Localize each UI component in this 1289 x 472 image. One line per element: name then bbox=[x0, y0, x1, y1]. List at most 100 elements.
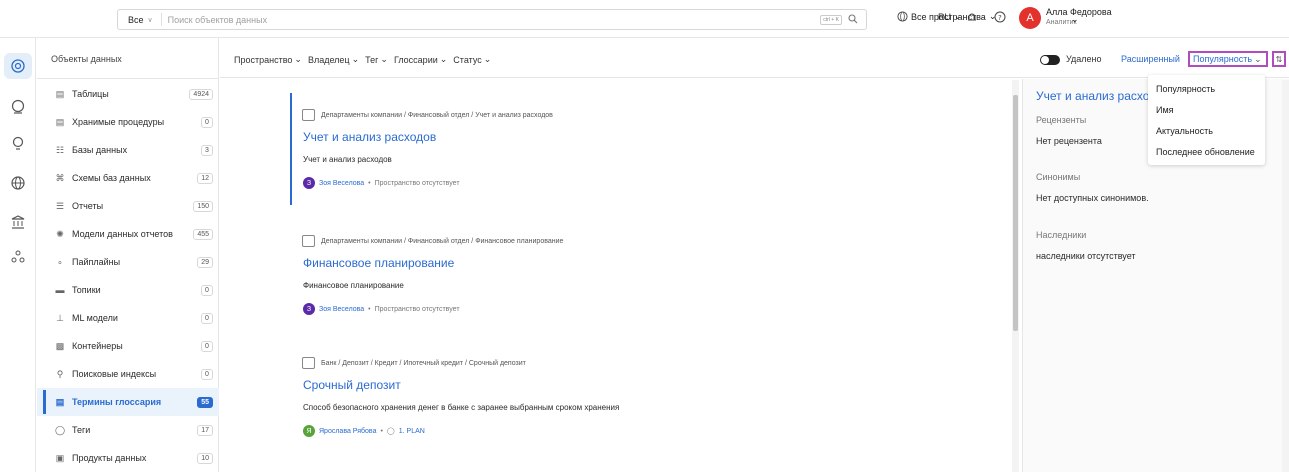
sort-option-popularity[interactable]: Популярность bbox=[1148, 78, 1265, 99]
global-search[interactable]: Все ∨ Поиск объектов данных ctrl + K bbox=[117, 9, 867, 30]
advanced-search-link[interactable]: Расширенный bbox=[1121, 54, 1180, 64]
result-title[interactable]: Учет и анализ расходов bbox=[303, 130, 436, 144]
pipeline-icon: ∘ bbox=[57, 256, 63, 267]
owner-avatar: З bbox=[303, 177, 315, 189]
filter-tag[interactable]: Тег ⌄ bbox=[365, 54, 388, 65]
synonyms-value: Нет доступных синонимов. bbox=[1036, 193, 1149, 203]
sidebar-item-count: 4924 bbox=[189, 88, 213, 100]
sidebar-item-label: Хранимые процедуры bbox=[72, 117, 165, 127]
sidebar-item-databases[interactable]: ☷ Базы данных 3 bbox=[37, 136, 219, 164]
sidebar-item-glossary-terms[interactable]: ▤ Термины глоссария 55 bbox=[37, 388, 219, 416]
help-icon[interactable]: ? bbox=[994, 11, 1006, 23]
chevron-down-icon: ⌄ bbox=[1254, 53, 1262, 64]
glossary-term-icon bbox=[302, 109, 315, 121]
meta-separator: • bbox=[380, 427, 383, 435]
result-breadcrumb: Департаменты компании / Финансовый отдел… bbox=[302, 109, 553, 121]
sidebar-item-count: 0 bbox=[201, 116, 213, 128]
chevron-down-icon: ⌄ bbox=[351, 54, 360, 64]
table-icon: ▤ bbox=[55, 88, 65, 99]
sidebar-item-count: 17 bbox=[197, 424, 213, 436]
search-icon[interactable] bbox=[848, 13, 858, 26]
sidebar-item-label: Поисковые индексы bbox=[72, 369, 157, 379]
observability-icon[interactable] bbox=[8, 97, 28, 117]
sidebar-item-stored-procedures[interactable]: ▤ Хранимые процедуры 0 bbox=[37, 108, 219, 136]
result-description: Финансовое планирование bbox=[303, 281, 404, 290]
data-product-icon: ▣ bbox=[55, 452, 65, 463]
sidebar-item-label: ML модели bbox=[72, 313, 118, 323]
detail-scrollbar[interactable] bbox=[1282, 80, 1289, 472]
sidebar-item-report-data-models[interactable]: ✺ Модели данных отчетов 455 bbox=[37, 220, 219, 248]
sidebar-item-label: Пайплайны bbox=[72, 257, 121, 267]
sort-option-relevance[interactable]: Актуальность bbox=[1148, 120, 1265, 141]
sidebar-item-label: Термины глоссария bbox=[72, 397, 162, 407]
governance-icon[interactable] bbox=[8, 212, 28, 232]
sidebar-item-count: 0 bbox=[201, 368, 213, 380]
search-scope-select[interactable]: Все ∨ bbox=[118, 13, 162, 26]
sidebar-item-topics[interactable]: ▬ Топики 0 bbox=[37, 276, 219, 304]
sort-order-icon[interactable]: ⇅ bbox=[1272, 51, 1286, 67]
sidebar-item-count: 29 bbox=[197, 256, 213, 268]
sort-dropdown-menu: Популярность Имя Актуальность Последнее … bbox=[1148, 75, 1265, 165]
synonyms-label: Синонимы bbox=[1036, 172, 1081, 182]
user-name[interactable]: Алла Федорова bbox=[1046, 7, 1112, 17]
sidebar-item-count: 55 bbox=[197, 396, 213, 408]
chevron-down-icon[interactable]: ⌄ bbox=[1071, 14, 1079, 25]
filter-owner[interactable]: Владелец ⌄ bbox=[308, 54, 359, 65]
sort-field-select[interactable]: Популярность ⌄ bbox=[1188, 51, 1268, 67]
deleted-toggle[interactable] bbox=[1040, 55, 1060, 65]
filter-status[interactable]: Статус ⌄ bbox=[453, 54, 491, 65]
search-results: Департаменты компании / Финансовый отдел… bbox=[220, 79, 1015, 472]
procedure-icon: ▤ bbox=[55, 116, 65, 127]
children-value: наследники отсутствует bbox=[1036, 251, 1136, 261]
owner-name[interactable]: Зоя Веселова bbox=[319, 180, 364, 187]
owner-name[interactable]: Зоя Веселова bbox=[319, 306, 364, 313]
chevron-down-icon: ⌄ bbox=[483, 54, 492, 64]
sort-option-name[interactable]: Имя bbox=[1148, 99, 1265, 120]
sort-field-label: Популярность bbox=[1193, 54, 1253, 64]
user-avatar[interactable]: А bbox=[1019, 7, 1041, 29]
filter-dropdowns: Пространство ⌄ Владелец ⌄ Тег ⌄ Глоссарии ⌄ … bbox=[234, 54, 491, 65]
sidebar-item-ml-models[interactable]: ⊥ ML модели 0 bbox=[37, 304, 219, 332]
notifications-icon[interactable] bbox=[966, 11, 978, 23]
result-title[interactable]: Срочный депозит bbox=[303, 378, 401, 392]
sidebar-title: Объекты данных bbox=[51, 54, 122, 64]
sidebar-item-count: 150 bbox=[193, 200, 213, 212]
data-model-icon: ✺ bbox=[56, 228, 64, 239]
explore-icon[interactable] bbox=[4, 53, 32, 79]
language-select[interactable]: RU ⌄ bbox=[938, 11, 962, 22]
sidebar-item-pipelines[interactable]: ∘ Пайплайны 29 bbox=[37, 248, 219, 276]
children-label: Наследники bbox=[1036, 230, 1087, 240]
sort-option-last-updated[interactable]: Последнее обновление bbox=[1148, 141, 1265, 162]
filter-space[interactable]: Пространство ⌄ bbox=[234, 54, 302, 65]
sidebar-item-tables[interactable]: ▤ Таблицы 4924 bbox=[37, 80, 219, 108]
report-icon: ☰ bbox=[55, 200, 65, 211]
reviewers-value: Нет рецензента bbox=[1036, 136, 1102, 146]
results-scrollbar-thumb[interactable] bbox=[1013, 95, 1018, 331]
sidebar-item-reports[interactable]: ☰ Отчеты 150 bbox=[37, 192, 219, 220]
tag-icon: ◯ bbox=[54, 424, 66, 435]
sidebar-item-data-products[interactable]: ▣ Продукты данных 10 bbox=[37, 444, 219, 472]
domains-icon[interactable] bbox=[8, 173, 28, 193]
space-name: Пространство отсутствует bbox=[374, 305, 460, 313]
glossary-term-icon bbox=[302, 357, 315, 369]
glossary-term-icon: ▤ bbox=[55, 396, 65, 407]
space-name[interactable]: 1. PLAN bbox=[399, 428, 425, 435]
owner-avatar: Я bbox=[303, 425, 315, 437]
sidebar-item-search-indexes[interactable]: ⚲ Поисковые индексы 0 bbox=[37, 360, 219, 388]
sidebar-item-tags[interactable]: ◯ Теги 17 bbox=[37, 416, 219, 444]
search-index-icon: ⚲ bbox=[56, 368, 64, 379]
filter-label: Владелец bbox=[307, 54, 350, 65]
filter-label: Глоссарии bbox=[393, 54, 438, 65]
filter-glossaries[interactable]: Глоссарии ⌄ bbox=[394, 54, 447, 65]
owner-name[interactable]: Ярослава Рябова bbox=[319, 428, 376, 435]
sidebar-item-database-schemas[interactable]: ⌘ Схемы баз данных 12 bbox=[37, 164, 219, 192]
result-meta: Я Ярослава Рябова • ◯ 1. PLAN bbox=[303, 425, 425, 437]
sidebar-item-containers[interactable]: ▩ Контейнеры 0 bbox=[37, 332, 219, 360]
sidebar-item-count: 0 bbox=[201, 284, 213, 296]
glossary-term-icon bbox=[302, 235, 315, 247]
filter-label: Пространство bbox=[234, 54, 293, 65]
teams-icon[interactable] bbox=[8, 247, 28, 267]
insights-icon[interactable] bbox=[8, 134, 28, 154]
result-title[interactable]: Финансовое планирование bbox=[303, 256, 454, 270]
search-input[interactable]: Поиск объектов данных bbox=[162, 15, 821, 25]
